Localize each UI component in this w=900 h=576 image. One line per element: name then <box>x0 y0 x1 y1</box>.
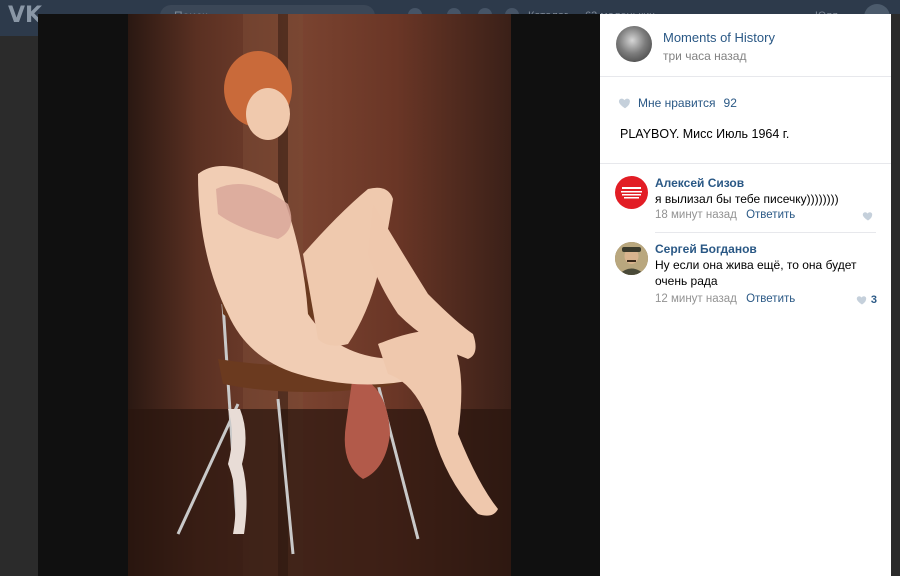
comment-text: Ну если она жива ещё, то она будет очень… <box>655 258 857 288</box>
like-button[interactable]: Мне нравится 92 <box>618 94 737 112</box>
likes-count[interactable]: 92 <box>724 96 737 110</box>
vk-logo-icon[interactable]: VK <box>8 4 42 28</box>
heart-icon <box>862 212 873 221</box>
comment-author[interactable]: Сергей Богданов <box>655 242 757 256</box>
post-photo[interactable] <box>128 14 511 576</box>
post-header: Moments of History три часа назад <box>600 14 891 77</box>
comment-time[interactable]: 18 минут назад <box>655 209 737 221</box>
heart-icon <box>618 98 630 109</box>
comment-like-count: 3 <box>870 294 877 306</box>
post-time[interactable]: три часа назад <box>663 49 746 63</box>
post-info-panel: Moments of History три часа назад Мне нр… <box>600 14 891 576</box>
comment-like-button[interactable] <box>862 210 877 222</box>
comment-text: я вылизал бы тебе писечку)))))))) <box>655 192 839 206</box>
divider <box>600 163 891 164</box>
comment-item: Алексей Сизов я вылизал бы тебе писечку)… <box>615 176 877 226</box>
comment-meta: 18 минут назад Ответить <box>655 209 795 221</box>
comment-avatar[interactable] <box>615 242 648 275</box>
avatar-image <box>615 242 648 275</box>
likes-label: Мне нравится <box>638 96 716 110</box>
comment-like-button[interactable]: 3 <box>856 294 877 306</box>
viewer-edge <box>891 14 900 576</box>
comment-avatar[interactable] <box>615 176 648 209</box>
comment-item: Сергей Богданов Ну если она жива ещё, то… <box>615 242 877 312</box>
comment-meta: 12 минут назад Ответить <box>655 293 795 305</box>
comment-divider <box>655 232 876 233</box>
avatar-image <box>621 187 642 199</box>
reply-button[interactable]: Ответить <box>746 293 795 305</box>
group-avatar[interactable] <box>616 26 652 62</box>
comment-author[interactable]: Алексей Сизов <box>655 176 744 190</box>
photo-illustration <box>128 14 511 576</box>
reply-button[interactable]: Ответить <box>746 209 795 221</box>
group-name-link[interactable]: Moments of History <box>663 30 775 45</box>
comment-time[interactable]: 12 минут назад <box>655 293 737 305</box>
post-text: PLAYBOY. Мисс Июль 1964 г. <box>620 127 790 141</box>
heart-icon <box>856 296 867 305</box>
